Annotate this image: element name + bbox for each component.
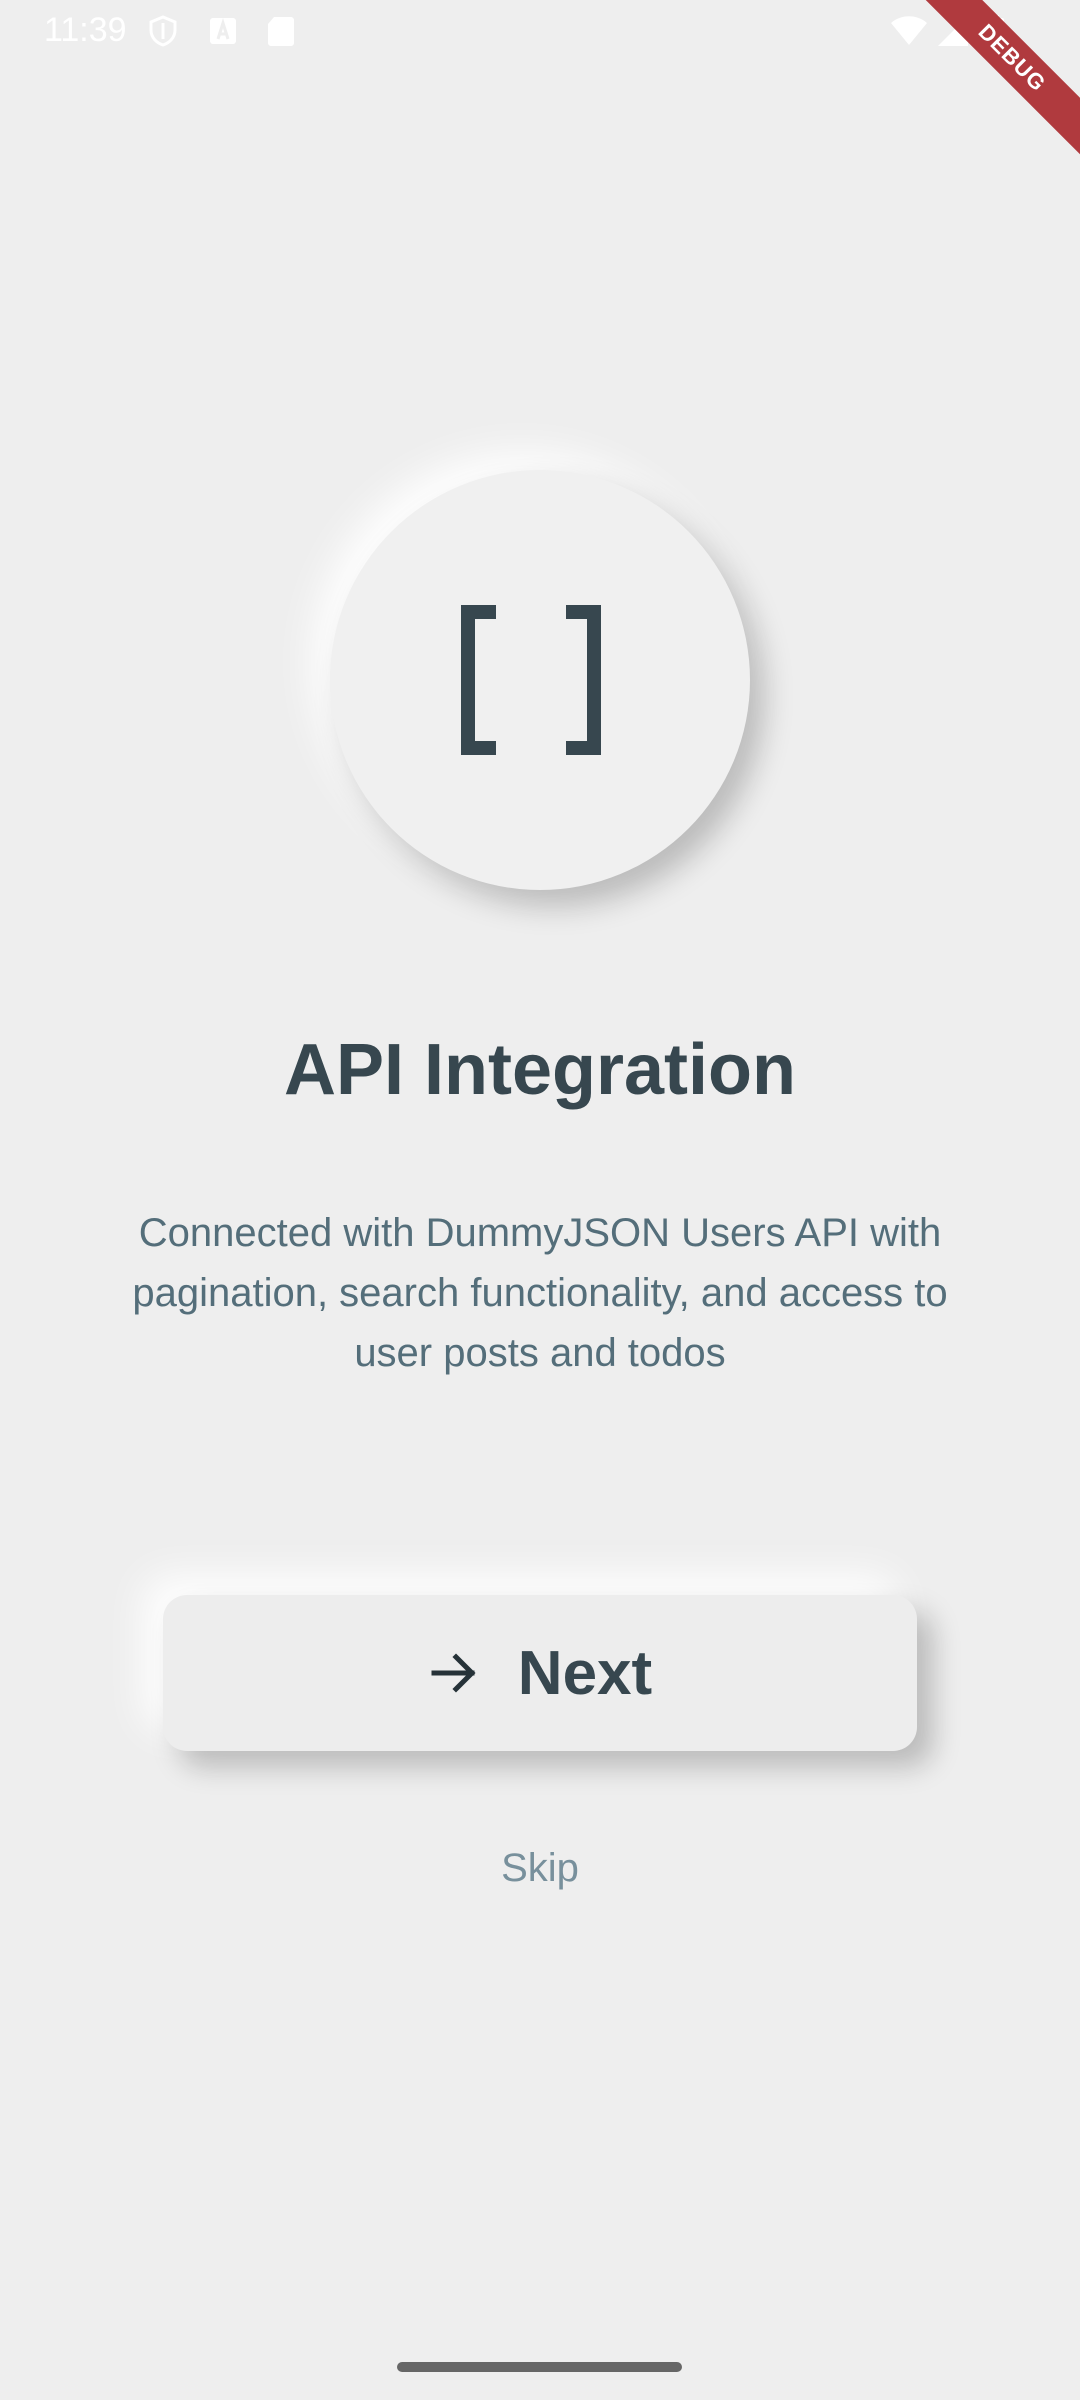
next-button[interactable]: Next	[163, 1595, 917, 1751]
status-time: 11:39	[44, 11, 127, 49]
arrow-right-icon	[431, 1653, 476, 1693]
next-button-label: Next	[517, 1638, 653, 1708]
brackets-icon	[461, 605, 601, 755]
sd-card-icon	[264, 14, 298, 48]
debug-banner: DEBUG	[900, 0, 1080, 180]
page-title: API Integration	[283, 1030, 796, 1110]
shield-icon	[146, 14, 180, 48]
debug-banner-label: DEBUG	[905, 0, 1080, 165]
logo-circle	[330, 470, 750, 890]
page-description: Connected with DummyJSON Users API with …	[132, 1211, 948, 1375]
home-indicator[interactable]	[397, 2362, 682, 2372]
a-notification-icon	[206, 14, 240, 48]
skip-button[interactable]: Skip	[0, 1840, 1080, 1896]
